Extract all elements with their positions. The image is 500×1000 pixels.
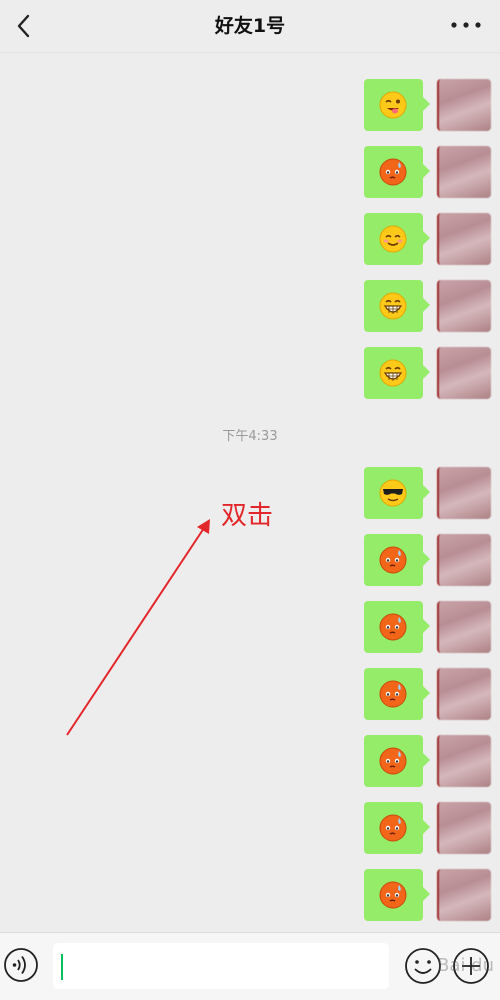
voice-icon[interactable]: [3, 947, 39, 983]
message-bubble[interactable]: [364, 802, 430, 854]
message-item[interactable]: [364, 601, 491, 653]
message-bubble[interactable]: [364, 347, 430, 399]
input-bar: Bai du: [0, 932, 500, 1000]
message-bubble[interactable]: [364, 534, 430, 586]
message-item[interactable]: [364, 467, 491, 519]
message-item[interactable]: [364, 146, 491, 198]
chat-title: 好友1号: [214, 15, 286, 37]
sweat-face-emoji-icon: [379, 158, 407, 186]
message-item[interactable]: [364, 79, 491, 131]
message-bubble[interactable]: [364, 735, 430, 787]
message-bubble[interactable]: [364, 869, 430, 921]
avatar[interactable]: [437, 347, 491, 399]
avatar[interactable]: [437, 869, 491, 921]
avatar[interactable]: [437, 213, 491, 265]
message-bubble[interactable]: [364, 79, 430, 131]
sweat-face-emoji-icon: [379, 881, 407, 909]
message-item[interactable]: [364, 280, 491, 332]
grin-emoji-icon: [379, 292, 407, 320]
avatar[interactable]: [437, 79, 491, 131]
message-list: 下午4:33 双击: [0, 53, 500, 931]
avatar[interactable]: [437, 735, 491, 787]
sweat-face-emoji-icon: [379, 747, 407, 775]
message-item[interactable]: [364, 213, 491, 265]
message-bubble[interactable]: [364, 668, 430, 720]
avatar[interactable]: [437, 146, 491, 198]
message-bubble[interactable]: [364, 213, 430, 265]
message-item[interactable]: [364, 869, 491, 921]
message-item[interactable]: [364, 534, 491, 586]
message-item[interactable]: [364, 347, 491, 399]
grin-emoji-icon: [379, 359, 407, 387]
message-item[interactable]: [364, 802, 491, 854]
sweat-face-emoji-icon: [379, 613, 407, 641]
message-bubble[interactable]: [364, 467, 430, 519]
avatar[interactable]: [437, 534, 491, 586]
avatar[interactable]: [437, 668, 491, 720]
message-item[interactable]: [364, 735, 491, 787]
message-bubble[interactable]: [364, 146, 430, 198]
message-item[interactable]: [364, 668, 491, 720]
sweat-face-emoji-icon: [379, 814, 407, 842]
avatar[interactable]: [437, 601, 491, 653]
avatar[interactable]: [437, 802, 491, 854]
sweat-face-emoji-icon: [379, 546, 407, 574]
avatar[interactable]: [437, 467, 491, 519]
message-timestamp: 下午4:33: [222, 429, 278, 444]
chat-header: 好友1号: [0, 0, 500, 53]
smile-blush-emoji-icon: [379, 225, 407, 253]
message-bubble[interactable]: [364, 280, 430, 332]
sunglasses-emoji-icon: [379, 479, 407, 507]
annotation-label: 双击: [221, 501, 274, 531]
wink-tongue-emoji-icon: [379, 91, 407, 119]
watermark: Bai du: [437, 955, 494, 976]
avatar[interactable]: [437, 280, 491, 332]
text-caret: [61, 954, 63, 980]
sweat-face-emoji-icon: [379, 680, 407, 708]
message-input[interactable]: [53, 943, 389, 989]
more-dots-icon[interactable]: [446, 10, 486, 40]
message-bubble[interactable]: [364, 601, 430, 653]
